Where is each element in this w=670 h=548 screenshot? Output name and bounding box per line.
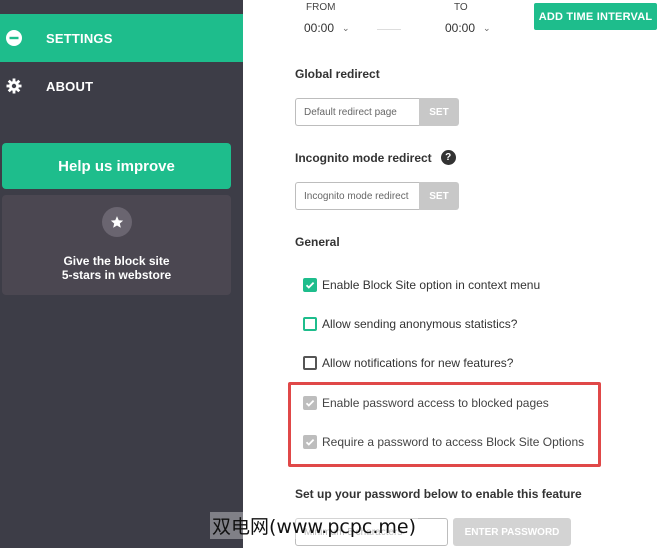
- enter-password-button[interactable]: ENTER PASSWORD: [453, 518, 571, 546]
- password-section-title: Set up your password below to enable thi…: [295, 487, 582, 501]
- incognito-redirect-title-text: Incognito mode redirect: [295, 150, 432, 165]
- from-time-select[interactable]: 00:00 ⌄: [304, 21, 350, 35]
- incognito-redirect-title: Incognito mode redirect ?: [295, 150, 456, 165]
- sidebar-item-label: SETTINGS: [46, 30, 113, 46]
- option-notifications[interactable]: Allow notifications for new features?: [303, 355, 513, 371]
- incognito-redirect-set-button[interactable]: SET: [419, 182, 459, 210]
- watermark-text: 双电网(www.pcpc.me): [210, 512, 418, 539]
- to-label: TO: [454, 2, 468, 13]
- option-label: Allow sending anonymous statistics?: [322, 317, 518, 331]
- sidebar: SETTINGS ABOUT Help us improve Give the …: [0, 0, 243, 548]
- add-time-interval-button[interactable]: ADD TIME INTERVAL: [534, 3, 657, 30]
- rate-text-line2: 5-stars in webstore: [61, 268, 172, 282]
- highlight-box: [288, 382, 601, 467]
- option-anonymous-statistics[interactable]: Allow sending anonymous statistics?: [303, 316, 517, 332]
- rate-webstore-card[interactable]: Give the block site 5-stars in webstore: [2, 195, 231, 295]
- checkbox-checked[interactable]: [303, 278, 317, 292]
- checkbox-unchecked[interactable]: [303, 356, 317, 370]
- to-time-value: 00:00: [445, 21, 476, 35]
- minus-circle-icon: [6, 30, 22, 46]
- time-separator: [377, 29, 401, 30]
- rate-text-line1: Give the block site: [63, 254, 170, 268]
- help-icon[interactable]: ?: [440, 150, 456, 165]
- sidebar-item-about[interactable]: ABOUT: [0, 62, 243, 110]
- general-title: General: [295, 235, 340, 249]
- settings-panel: FROM TO 00:00 ⌄ 00:00 ⌄ ADD TIME INTERVA…: [243, 0, 670, 548]
- chevron-down-icon: ⌄: [342, 22, 350, 33]
- to-time-select[interactable]: 00:00 ⌄: [445, 21, 491, 35]
- star-icon: [102, 207, 132, 237]
- from-time-value: 00:00: [304, 21, 335, 35]
- option-context-menu[interactable]: Enable Block Site option in context menu: [303, 277, 540, 293]
- incognito-redirect-input[interactable]: Incognito mode redirect: [295, 182, 419, 210]
- from-label: FROM: [306, 2, 336, 13]
- global-redirect-set-button[interactable]: SET: [419, 98, 459, 126]
- global-redirect-title: Global redirect: [295, 67, 380, 81]
- chevron-down-icon: ⌄: [483, 22, 491, 33]
- gear-icon: [6, 78, 22, 94]
- global-redirect-input[interactable]: Default redirect page: [295, 98, 419, 126]
- sidebar-item-settings[interactable]: SETTINGS: [0, 14, 243, 62]
- checkbox-unchecked[interactable]: [303, 317, 317, 331]
- sidebar-item-label: ABOUT: [46, 78, 94, 94]
- help-us-improve-button[interactable]: Help us improve: [2, 143, 231, 189]
- option-label: Allow notifications for new features?: [322, 356, 514, 370]
- option-label: Enable Block Site option in context menu: [322, 278, 541, 292]
